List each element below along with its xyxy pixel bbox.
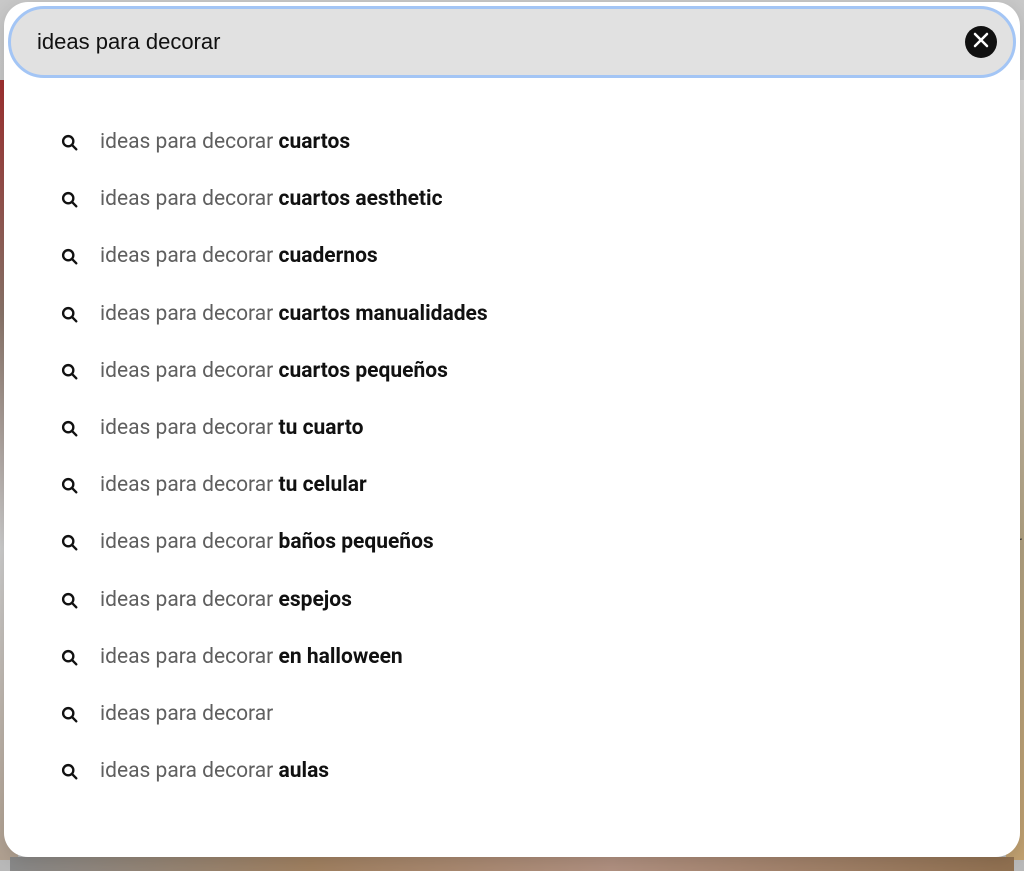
suggestion-item[interactable]: ideas para decorar tu cuarto bbox=[60, 400, 964, 457]
suggestion-item[interactable]: ideas para decorar cuartos aesthetic bbox=[60, 171, 964, 228]
search-icon bbox=[60, 477, 78, 495]
suggestion-item[interactable]: ideas para decorar baños pequeños bbox=[60, 514, 964, 571]
search-bar bbox=[8, 6, 1016, 78]
suggestion-item[interactable]: ideas para decorar cuartos pequeños bbox=[60, 343, 964, 400]
search-icon bbox=[60, 248, 78, 266]
suggestion-text: ideas para decorar cuartos manualidades bbox=[100, 302, 488, 327]
suggestion-item[interactable]: ideas para decorar en halloween bbox=[60, 629, 964, 686]
suggestion-item[interactable]: ideas para decorar cuartos manualidades bbox=[60, 286, 964, 343]
search-icon bbox=[60, 763, 78, 781]
search-overlay-panel: ideas para decorar cuartos ideas para dec… bbox=[4, 2, 1020, 857]
search-icon bbox=[60, 591, 78, 609]
suggestion-item[interactable]: ideas para decorar bbox=[60, 686, 964, 743]
search-suggestions-list: ideas para decorar cuartos ideas para dec… bbox=[4, 78, 1020, 820]
suggestion-text: ideas para decorar cuartos pequeños bbox=[100, 359, 448, 384]
suggestion-text: ideas para decorar cuartos aesthetic bbox=[100, 187, 443, 212]
suggestion-text: ideas para decorar tu celular bbox=[100, 473, 367, 498]
search-icon bbox=[60, 362, 78, 380]
suggestion-item[interactable]: ideas para decorar cuartos bbox=[60, 114, 964, 171]
suggestion-item[interactable]: ideas para decorar cuadernos bbox=[60, 228, 964, 285]
clear-search-button[interactable] bbox=[965, 26, 997, 58]
search-icon bbox=[60, 705, 78, 723]
background-bottom-strip bbox=[10, 857, 1014, 871]
search-icon bbox=[60, 534, 78, 552]
suggestion-text: ideas para decorar cuadernos bbox=[100, 244, 378, 269]
search-icon bbox=[60, 191, 78, 209]
search-icon bbox=[60, 648, 78, 666]
search-icon bbox=[60, 420, 78, 438]
close-icon bbox=[973, 32, 989, 52]
suggestion-text: ideas para decorar tu cuarto bbox=[100, 416, 363, 441]
search-icon bbox=[60, 305, 78, 323]
search-input[interactable] bbox=[37, 29, 953, 55]
suggestion-item[interactable]: ideas para decorar aulas bbox=[60, 743, 964, 800]
suggestion-text: ideas para decorar aulas bbox=[100, 759, 329, 784]
suggestion-text: ideas para decorar espejos bbox=[100, 588, 352, 613]
suggestion-text: ideas para decorar bbox=[100, 702, 273, 727]
suggestion-item[interactable]: ideas para decorar tu celular bbox=[60, 457, 964, 514]
suggestion-text: ideas para decorar cuartos bbox=[100, 130, 350, 155]
suggestion-text: ideas para decorar en halloween bbox=[100, 645, 403, 670]
suggestion-item[interactable]: ideas para decorar espejos bbox=[60, 572, 964, 629]
search-icon bbox=[60, 134, 78, 152]
suggestion-text: ideas para decorar baños pequeños bbox=[100, 530, 434, 555]
